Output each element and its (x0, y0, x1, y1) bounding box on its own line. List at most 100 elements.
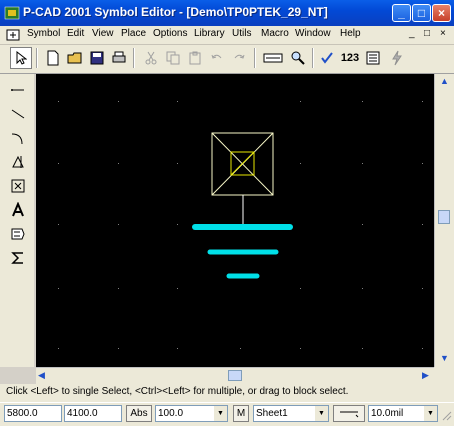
validate-button[interactable] (316, 47, 338, 69)
drawing-canvas[interactable] (36, 74, 434, 367)
menu-utils[interactable]: Utils (232, 28, 251, 39)
menu-options[interactable]: Options (153, 28, 187, 39)
extents-icon (263, 53, 283, 63)
sheet-dropdown[interactable]: Sheet1 ▼ (253, 405, 329, 422)
checkmark-icon (321, 52, 333, 64)
menu-macro[interactable]: Macro (261, 28, 289, 39)
scroll-down-icon[interactable]: ▼ (440, 353, 449, 363)
floppy-disk-icon (90, 51, 104, 65)
zoom-button[interactable] (287, 47, 309, 69)
horizontal-line-icon (11, 89, 24, 91)
toolbar: 123 (0, 45, 454, 74)
mode-button[interactable]: M (233, 405, 249, 422)
open-folder-icon (67, 52, 82, 64)
copy-button[interactable] (162, 47, 184, 69)
mdi-close-button[interactable]: × (440, 28, 446, 39)
place-pin-tool[interactable] (7, 248, 29, 268)
symbol-wizard-icon (366, 51, 380, 65)
save-button[interactable] (86, 47, 108, 69)
select-tool-button[interactable] (10, 47, 32, 69)
printer-icon (112, 51, 126, 63)
document-icon (6, 29, 20, 41)
resize-grip-icon[interactable] (440, 409, 452, 421)
new-file-icon (47, 50, 59, 66)
menu-view[interactable]: View (92, 28, 114, 39)
place-line-tool[interactable] (7, 80, 29, 100)
polygon-icon (12, 155, 24, 168)
renumber-button[interactable]: 123 (338, 47, 362, 69)
redo-icon (234, 54, 245, 59)
abs-toggle-button[interactable]: Abs (126, 405, 152, 422)
window-title: P-CAD 2001 Symbol Editor - [Demo\TP0PTEK… (23, 5, 328, 19)
print-button[interactable] (108, 47, 130, 69)
dropdown-arrow-icon[interactable]: ▼ (424, 406, 437, 421)
paste-icon (189, 51, 201, 65)
units-dropdown[interactable]: 10.0mil ▼ (368, 405, 438, 422)
sheet-value: Sheet1 (256, 408, 288, 419)
lightning-icon (392, 50, 402, 66)
maximize-button[interactable]: □ (412, 4, 431, 22)
run-button[interactable] (386, 47, 408, 69)
x-coordinate-field[interactable]: 5800.0 (4, 405, 62, 422)
scrollbar-corner (434, 367, 454, 384)
grid-size-value: 100.0 (158, 408, 184, 419)
units-value: 10.0mil (371, 408, 404, 419)
prompt-text: Click <Left> to single Select, <Ctrl><Le… (6, 386, 349, 397)
place-ieee-symbol-tool[interactable] (7, 176, 29, 196)
open-button[interactable] (64, 47, 86, 69)
dropdown-arrow-icon[interactable]: ▼ (315, 406, 328, 421)
symbol-drawing (58, 101, 423, 349)
scissors-icon (145, 51, 157, 65)
magnifier-icon (291, 51, 305, 65)
menu-help[interactable]: Help (340, 28, 361, 39)
minimize-button[interactable]: _ (392, 4, 411, 22)
cut-button[interactable] (140, 47, 162, 69)
menu-place[interactable]: Place (121, 28, 146, 39)
line-width-icon (340, 411, 359, 418)
arrow-cursor-icon (16, 51, 27, 65)
text-a-icon (12, 202, 24, 217)
attribute-icon (11, 228, 25, 240)
prompt-line: Click <Left> to single Select, <Ctrl><Le… (0, 384, 454, 402)
diagonal-line-icon (11, 109, 25, 119)
place-attribute-tool[interactable] (7, 224, 29, 244)
toolbar-separator (254, 48, 256, 68)
mdi-minimize-button[interactable]: _ (409, 28, 415, 39)
scroll-up-icon[interactable]: ▲ (440, 76, 449, 86)
copy-icon (166, 51, 180, 65)
menu-library[interactable]: Library (194, 28, 225, 39)
line-width-button[interactable] (333, 405, 365, 422)
place-polygon-tool[interactable] (7, 152, 29, 172)
mdi-restore-button[interactable]: □ (424, 28, 430, 39)
y-coordinate-field[interactable]: 4100.0 (64, 405, 122, 422)
grid-size-dropdown[interactable]: 100.0 ▼ (155, 405, 228, 422)
status-bar: 5800.0 4100.0 Abs 100.0 ▼ M Sheet1 ▼ 10.… (0, 402, 454, 426)
place-arc-tool[interactable] (7, 128, 29, 148)
ieee-symbol-icon (11, 179, 25, 193)
zoom-extents-button[interactable] (261, 47, 285, 69)
place-diagonal-line-tool[interactable] (7, 104, 29, 124)
undo-icon (211, 54, 222, 59)
vertical-scrollbar[interactable]: ▲ ▼ (434, 74, 454, 367)
new-button[interactable] (42, 47, 64, 69)
dropdown-arrow-icon[interactable]: ▼ (214, 406, 227, 421)
horizontal-scrollbar[interactable]: ◀ ▶ (36, 367, 434, 384)
toolbar-separator (133, 48, 135, 68)
title-bar: P-CAD 2001 Symbol Editor - [Demo\TP0PTEK… (0, 0, 454, 26)
scroll-left-icon[interactable]: ◀ (38, 370, 45, 381)
menu-window[interactable]: Window (295, 28, 331, 39)
vertical-scroll-thumb[interactable] (438, 210, 450, 224)
toolbar-separator (36, 48, 38, 68)
menu-edit[interactable]: Edit (67, 28, 84, 39)
undo-button[interactable] (206, 47, 228, 69)
app-icon (4, 6, 20, 20)
redo-button[interactable] (228, 47, 250, 69)
menu-symbol[interactable]: Symbol (27, 28, 60, 39)
symbol-wizard-button[interactable] (362, 47, 384, 69)
paste-button[interactable] (184, 47, 206, 69)
horizontal-scroll-thumb[interactable] (228, 370, 242, 381)
close-button[interactable]: × (432, 4, 451, 22)
place-text-tool[interactable] (7, 200, 29, 220)
scroll-right-icon[interactable]: ▶ (422, 370, 429, 381)
arc-icon (11, 133, 23, 145)
